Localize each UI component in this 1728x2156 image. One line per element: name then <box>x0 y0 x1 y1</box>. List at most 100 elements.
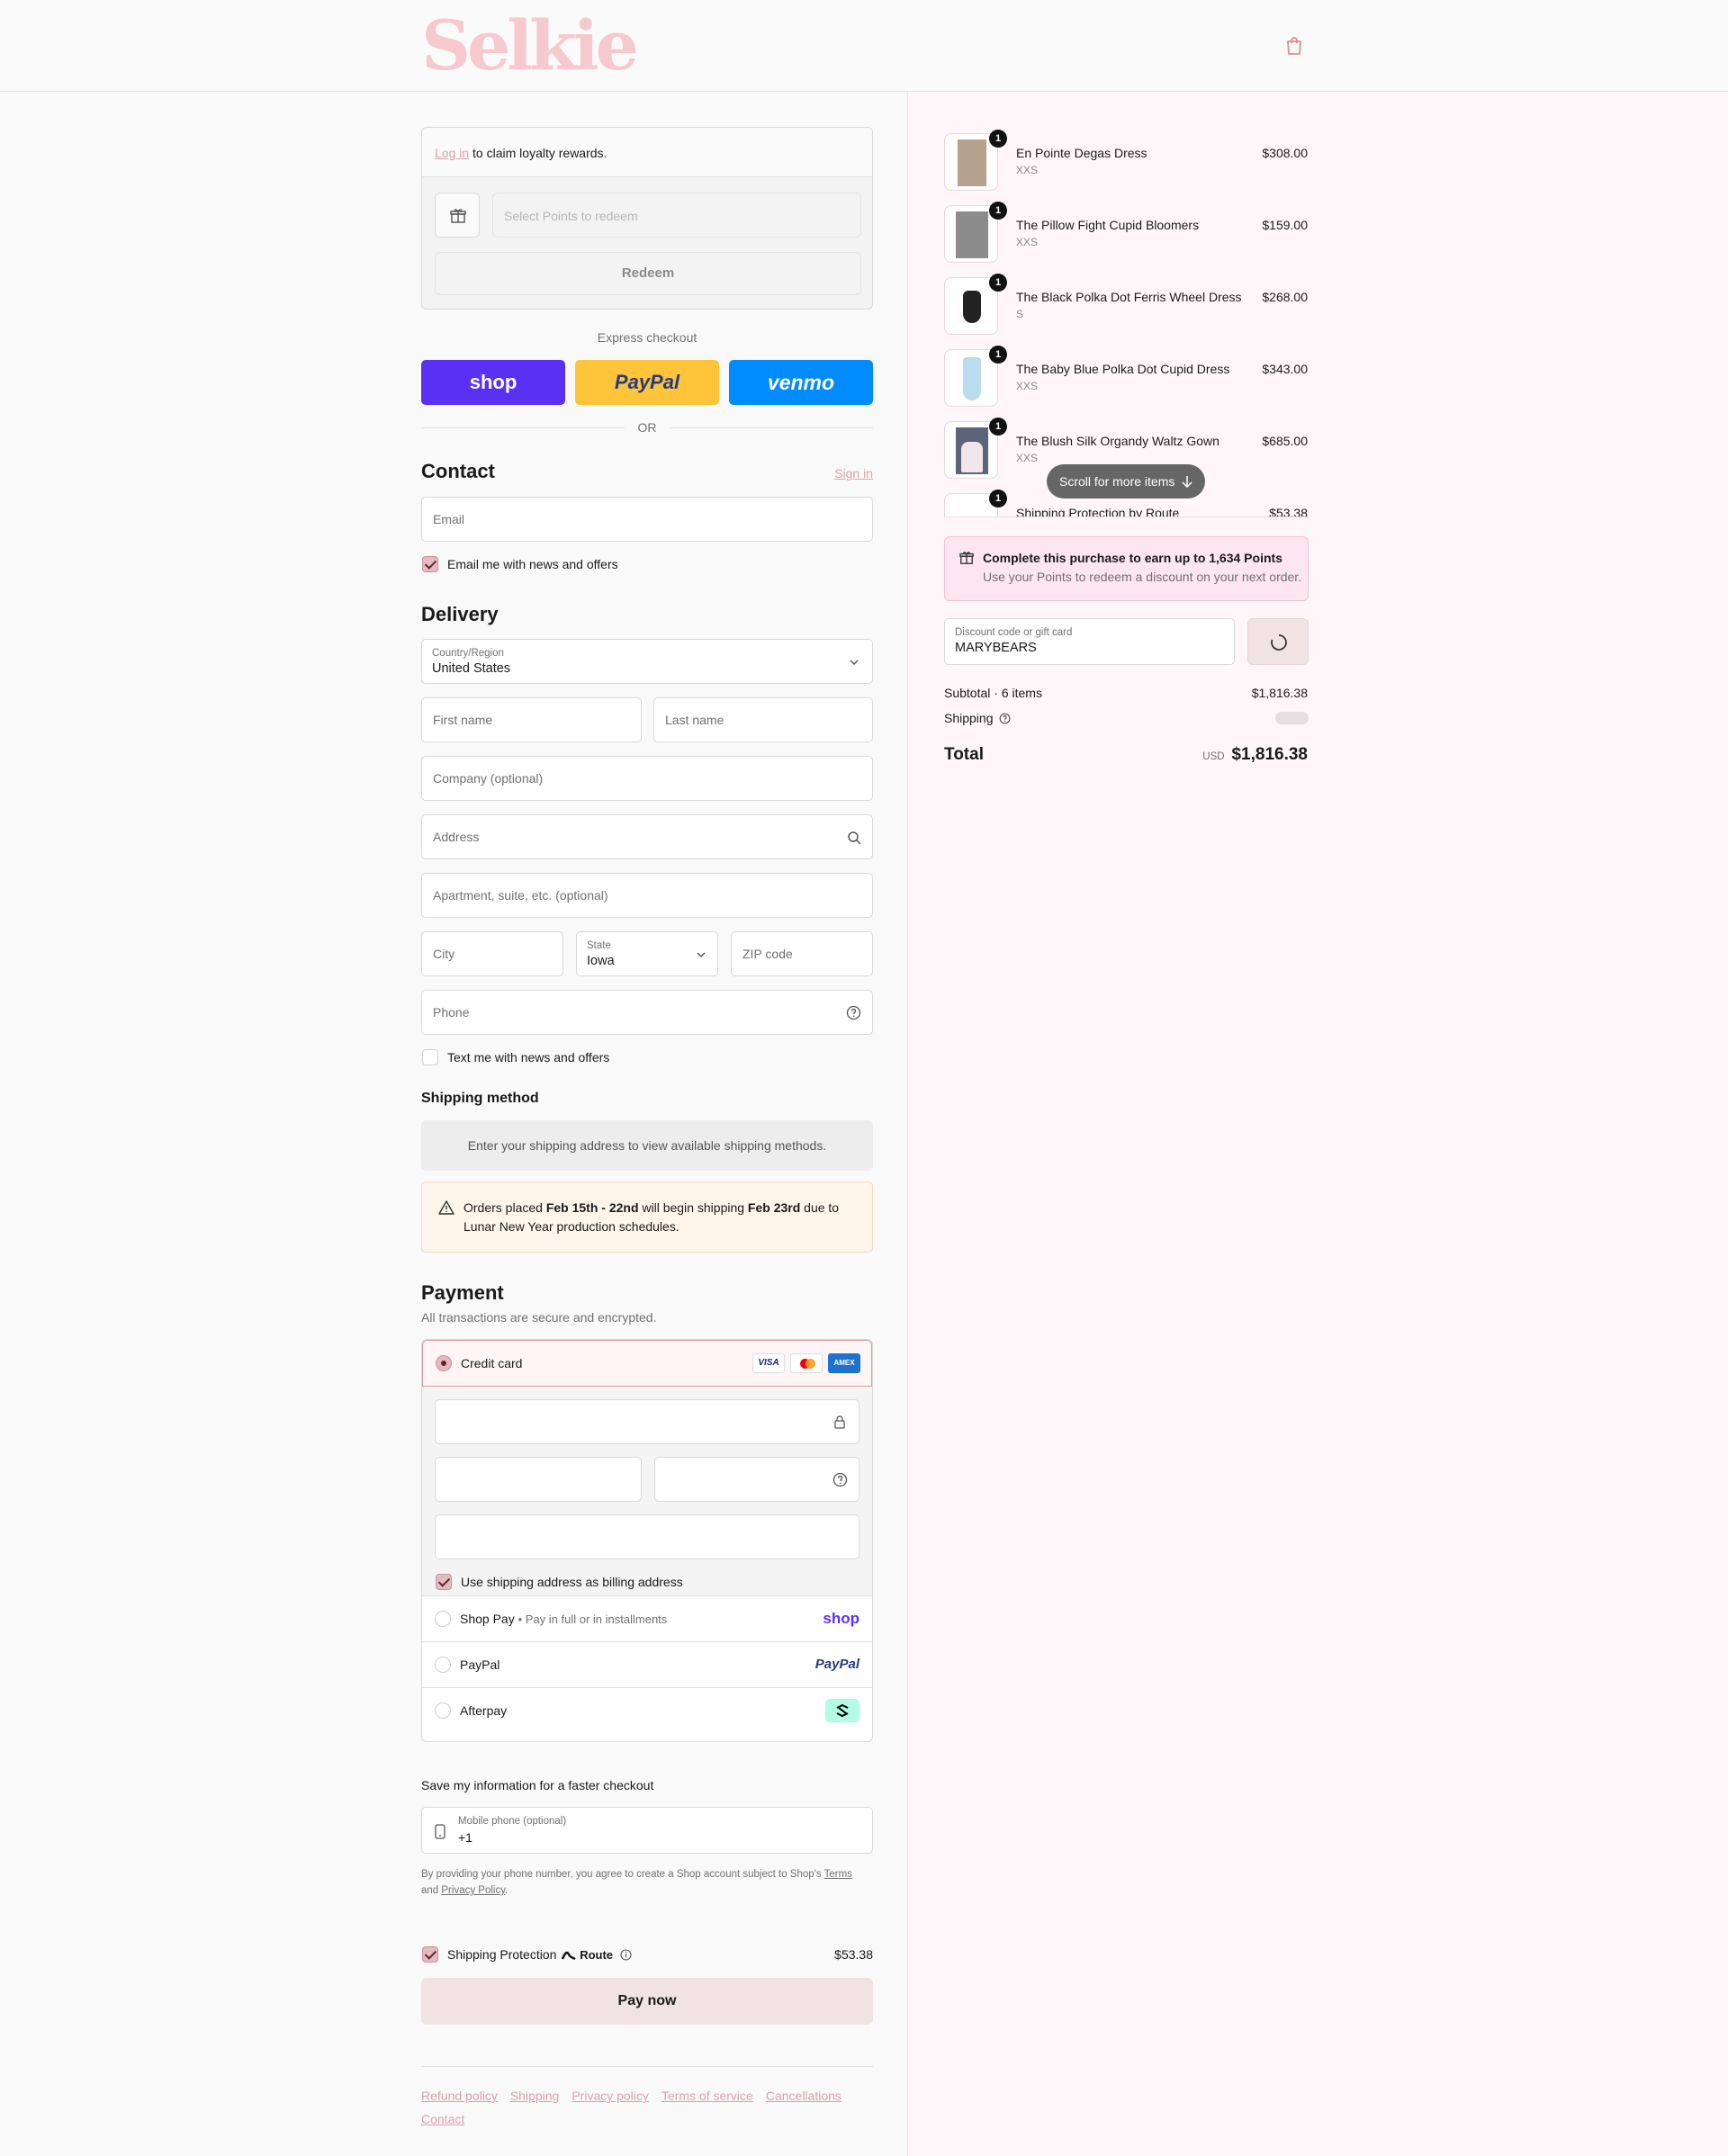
state-label: State <box>587 940 611 951</box>
quantity-badge: 1 <box>989 418 1007 436</box>
name-on-card-field[interactable] <box>435 1514 860 1559</box>
shipping-protection-checkbox[interactable] <box>422 1946 438 1963</box>
apartment-field[interactable]: Apartment, suite, etc. (optional) <box>421 873 873 918</box>
lock-icon <box>834 1415 845 1429</box>
help-icon[interactable] <box>846 1005 861 1020</box>
state-select[interactable]: State Iowa <box>576 931 718 976</box>
credit-card-radio[interactable] <box>436 1355 452 1371</box>
discount-code-field[interactable]: Discount code or gift card MARYBEARS <box>944 618 1235 665</box>
shop-pay-express-button[interactable]: shop <box>421 360 565 405</box>
payment-methods: Credit card VISA AMEX Use shipping addre… <box>421 1339 873 1742</box>
total-value: $1,816.38 <box>1231 745 1308 764</box>
text-news-checkbox[interactable] <box>422 1049 438 1065</box>
card-number-field[interactable] <box>435 1399 860 1444</box>
credit-card-option[interactable]: Credit card VISA AMEX <box>422 1340 872 1387</box>
credit-card-label: Credit card <box>461 1356 523 1370</box>
billing-same-checkbox[interactable] <box>436 1574 452 1590</box>
privacy-policy-link[interactable]: Privacy policy <box>572 2089 649 2103</box>
afterpay-option[interactable]: Afterpay <box>422 1688 872 1734</box>
address-field[interactable]: Address <box>421 814 873 859</box>
quantity-badge: 1 <box>989 346 1007 364</box>
amex-icon: AMEX <box>828 1353 860 1373</box>
terms-of-service-link[interactable]: Terms of service <box>662 2089 753 2103</box>
product-variant: S <box>1016 308 1024 320</box>
points-subtitle: Use your Points to redeem a discount on … <box>983 570 1302 584</box>
contact-title: Contact <box>421 460 495 482</box>
route-label: Route <box>580 1948 614 1962</box>
address-placeholder: Address <box>433 830 480 844</box>
shop-pay-sublabel: • Pay in full or in installments <box>518 1613 668 1626</box>
shipping-label: Shipping <box>944 711 994 725</box>
brand-logo[interactable]: Selkie <box>421 5 639 85</box>
contact-link[interactable]: Contact <box>421 2112 464 2126</box>
email-news-label: Email me with news and offers <box>447 557 618 571</box>
points-select[interactable]: Select Points to redeem <box>492 193 861 238</box>
shipping-protection-label: Shipping Protection <box>447 1947 557 1962</box>
gift-icon <box>959 552 974 564</box>
venmo-express-button[interactable]: venmo <box>729 360 873 405</box>
email-field[interactable]: Email <box>421 497 873 542</box>
sign-in-link[interactable]: Sign in <box>834 466 873 481</box>
paypal-option[interactable]: PayPal PayPal <box>422 1642 872 1688</box>
loyalty-text: to claim loyalty rewards. <box>472 146 608 160</box>
redeem-button[interactable]: Redeem <box>435 252 861 295</box>
mobile-label: Mobile phone (optional) <box>458 1816 567 1827</box>
delivery-title: Delivery <box>421 603 499 625</box>
cancellations-link[interactable]: Cancellations <box>766 2089 842 2103</box>
discount-value: MARYBEARS <box>955 641 1037 655</box>
product-price: $343.00 <box>1262 362 1308 376</box>
shipping-protection-label-wrap: Shipping Protection Route <box>447 1947 632 1962</box>
scroll-for-more-button[interactable]: Scroll for more items <box>1047 464 1205 499</box>
mobile-value: +1 <box>458 1830 472 1845</box>
apply-discount-button[interactable] <box>1247 618 1309 665</box>
shop-pay-radio[interactable] <box>435 1611 451 1627</box>
city-placeholder: City <box>433 947 455 961</box>
refund-policy-link[interactable]: Refund policy <box>421 2089 498 2103</box>
shop-pay-option[interactable]: Shop Pay • Pay in full or in installment… <box>422 1596 872 1642</box>
paypal-logo: PayPal <box>814 1657 860 1672</box>
shipping-method-message: Enter your shipping address to view avai… <box>421 1120 873 1171</box>
privacy-link[interactable]: Privacy Policy <box>441 1885 505 1896</box>
product-variant: XXS <box>1016 452 1039 464</box>
points-banner: Complete this purchase to earn up to 1,6… <box>944 536 1309 601</box>
terms-link[interactable]: Terms <box>824 1869 852 1880</box>
notice-text: Orders placed Feb 15th - 22nd will begin… <box>464 1199 860 1236</box>
email-placeholder: Email <box>433 512 465 526</box>
shopping-bag-icon[interactable] <box>1285 36 1303 56</box>
country-label: Country/Region <box>432 648 504 659</box>
subtotal-value: $1,816.38 <box>1251 686 1308 700</box>
express-title: Express checkout <box>597 330 698 345</box>
expiration-field[interactable] <box>435 1457 642 1502</box>
cart-items[interactable]: 1 En Pointe Degas Dress XXS $308.00 1 Th… <box>944 130 1313 517</box>
phone-field[interactable]: Phone <box>421 990 873 1035</box>
paypal-express-button[interactable]: PayPal <box>575 360 719 405</box>
help-icon[interactable] <box>832 1472 848 1487</box>
search-icon <box>848 831 861 845</box>
shipping-link[interactable]: Shipping <box>510 2089 560 2103</box>
zip-field[interactable]: ZIP code <box>731 931 873 976</box>
company-field[interactable]: Company (optional) <box>421 756 873 801</box>
shop-pay-label-wrap: Shop Pay • Pay in full or in installment… <box>460 1612 667 1626</box>
pay-now-button[interactable]: Pay now <box>421 1978 873 2025</box>
country-select[interactable]: Country/Region United States <box>421 639 873 684</box>
login-link[interactable]: Log in <box>435 146 469 160</box>
product-name: The Blush Silk Organdy Waltz Gown <box>1016 434 1220 448</box>
last-name-field[interactable]: Last name <box>653 697 873 742</box>
email-news-checkbox[interactable] <box>422 556 438 572</box>
paypal-radio[interactable] <box>435 1657 451 1673</box>
help-icon[interactable] <box>999 713 1011 724</box>
city-field[interactable]: City <box>421 931 563 976</box>
legal-text-1: By providing your phone number, you agre… <box>421 1869 824 1880</box>
loyalty-box: Log in to claim loyalty rewards. Select … <box>421 127 873 310</box>
notice-part3: due to <box>800 1200 840 1215</box>
mobile-phone-field[interactable]: Mobile phone (optional) +1 <box>421 1807 873 1854</box>
route-logo-icon <box>562 1951 577 1961</box>
product-variant: XXS <box>1016 380 1039 392</box>
legal-text-3: . <box>505 1885 508 1896</box>
afterpay-radio[interactable] <box>435 1702 451 1719</box>
first-name-field[interactable]: First name <box>421 697 642 742</box>
security-code-field[interactable] <box>654 1457 860 1502</box>
loyalty-header: Log in to claim loyalty rewards. <box>422 128 872 177</box>
info-icon[interactable] <box>620 1949 632 1961</box>
chevron-down-icon <box>697 952 706 958</box>
